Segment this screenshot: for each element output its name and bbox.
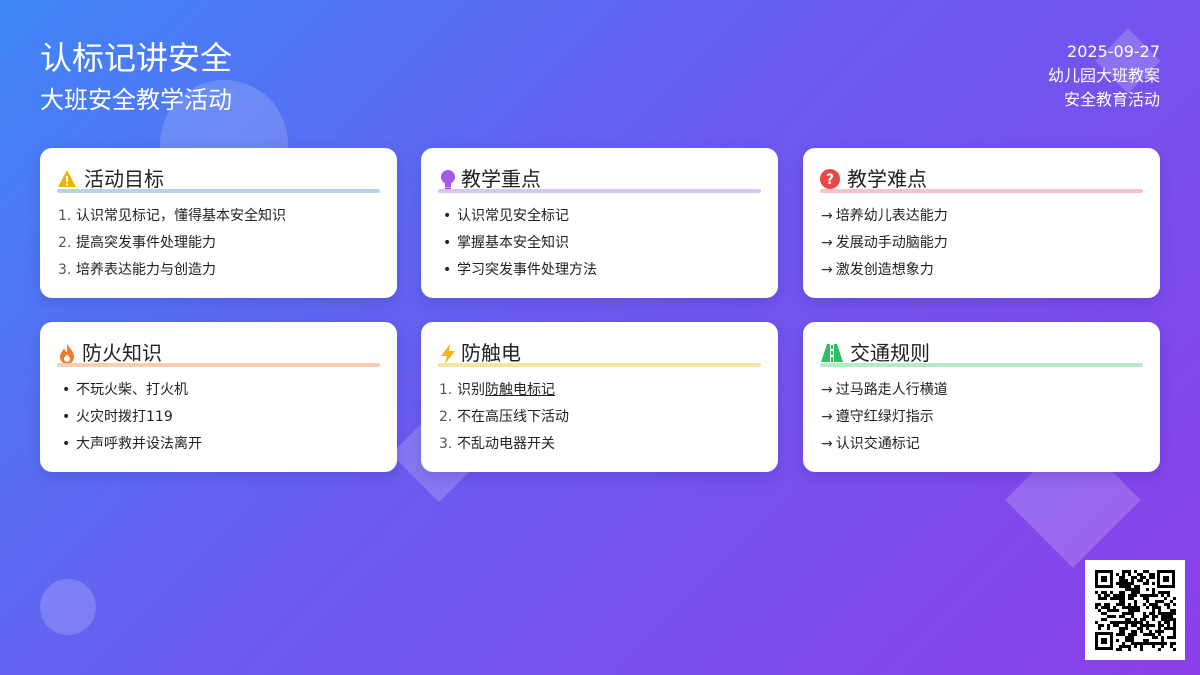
list-item: → 培养幼儿表达能力 [821,208,948,224]
list-item: 2. 提高突发事件处理能力 [58,235,216,251]
list-item: • 不玩火柴、打火机 [62,382,188,398]
lightning-icon [438,343,458,364]
decorative-circle [40,579,96,635]
card-title-underline [438,189,761,193]
class-name-label: 幼儿园大班教案 [1047,66,1160,85]
list-item: • 认识常见安全标记 [443,208,569,224]
list-item: → 发展动手动脑能力 [821,235,948,251]
card-title-underline [820,189,1143,193]
road-icon [820,343,844,363]
fire-icon [57,343,77,364]
list-item: → 过马路走人行横道 [821,382,948,398]
list-item: 3. 培养表达能力与创造力 [58,262,216,278]
electric-sign-link[interactable]: 防触电标记 [485,380,555,407]
page-subtitle: 大班安全教学活动 [40,86,232,114]
warning-icon [57,169,77,189]
card-teaching-focus: 教学重点 • 认识常见安全标记 • 掌握基本安全知识 • 学习突发事件处理方法 [421,148,778,298]
qr-code-image [1085,560,1185,660]
list-item: 1. 识别 防触电标记 [439,380,766,407]
card-title-underline [57,189,380,193]
lightbulb-icon [438,169,458,190]
card-traffic-rules: 交通规则 → 过马路走人行横道 → 遵守红绿灯指示 → 认识交通标记 [803,322,1160,472]
category-label: 安全教育活动 [1063,90,1160,109]
page-title: 认标记讲安全 [40,39,233,77]
date-label: 2025-09-27 [1067,42,1160,61]
list-item: → 遵守红绿灯指示 [821,409,934,425]
card-title-underline [438,363,761,367]
list-item: • 大声呼救并设法离开 [62,436,202,452]
card-activity-goals: 活动目标 1. 认识常见标记，懂得基本安全知识 2. 提高突发事件处理能力 3. 培养… [40,148,397,298]
card-fire-safety: 防火知识 • 不玩火柴、打火机 • 火灾时拨打119 • 大声呼救并设法离开 [40,322,397,472]
card-title-underline [57,363,380,367]
list-item: 3. 不乱动电器开关 [439,436,555,452]
list-item: 2. 不在高压线下活动 [439,409,569,425]
list-item: → 激发创造想象力 [821,262,934,278]
question-icon: ? [820,169,840,189]
card-title-underline [820,363,1143,367]
list-item: → 认识交通标记 [821,436,920,452]
svg-text:?: ? [826,172,834,188]
card-electric-safety: 防触电 1. 识别 防触电标记 2. 不在高压线下活动 3. 不乱动电器开关 [421,322,778,472]
list-item: • 学习突发事件处理方法 [443,262,597,278]
qr-code[interactable] [1085,560,1185,660]
list-item: • 火灾时拨打119 [62,409,173,425]
list-item: • 掌握基本安全知识 [443,235,569,251]
header-meta: 2025-09-27 幼儿园大班教案 安全教育活动 [1048,40,1160,112]
list-item: 1. 认识常见标记，懂得基本安全知识 [58,208,286,224]
card-teaching-difficulties: ? 教学难点 → 培养幼儿表达能力 → 发展动手动脑能力 → 激发创造想象力 [803,148,1160,298]
